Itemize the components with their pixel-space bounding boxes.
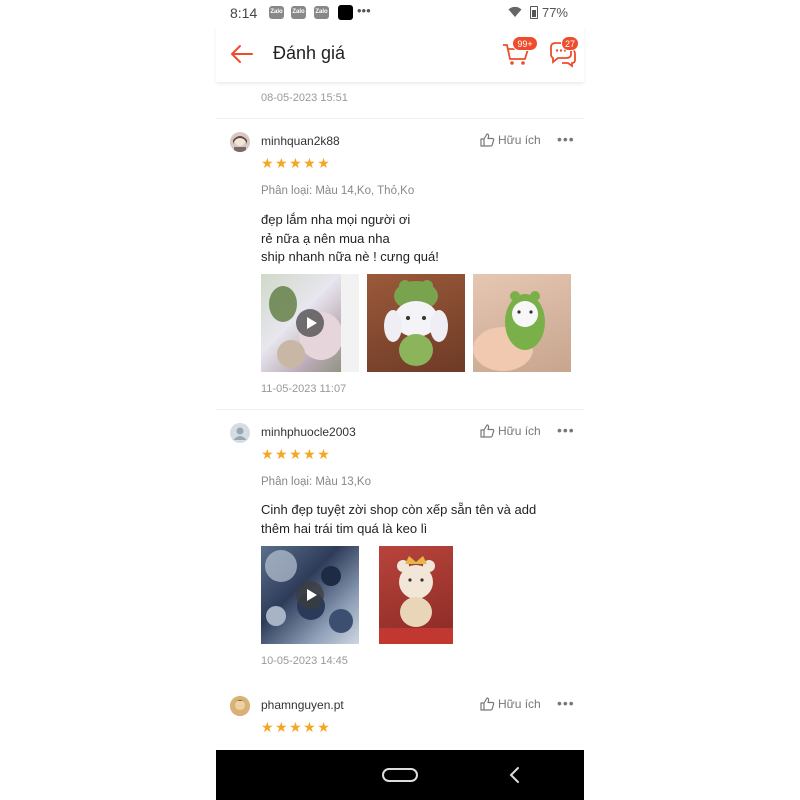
- cart-count-badge: 99+: [512, 36, 538, 51]
- review-text-line: đẹp lắm nha mọi người ơi: [261, 212, 411, 227]
- reviewer-username[interactable]: phamnguyen.pt: [261, 698, 344, 712]
- avatar[interactable]: [230, 132, 250, 152]
- review-video-thumbnail[interactable]: [261, 274, 359, 372]
- helpful-button[interactable]: Hữu ích: [480, 697, 541, 711]
- reviews-list[interactable]: 08-05-2023 15:51 minhquan2k88 Hữu ích ••…: [216, 82, 584, 750]
- review-video-thumbnail[interactable]: [261, 546, 359, 644]
- avatar[interactable]: [230, 696, 250, 716]
- helpful-label: Hữu ích: [498, 424, 541, 438]
- review-image-thumbnail[interactable]: [367, 274, 465, 372]
- rating-stars: ★★★★★: [261, 719, 332, 735]
- zalo-notification-icon: Zalo: [291, 6, 306, 19]
- review-text-line: Cinh đẹp tuyệt zời shop còn xếp sẵn tên …: [261, 502, 537, 517]
- review-text: đẹp lắm nha mọi người ơi rẻ nữa ạ nên mu…: [261, 211, 571, 267]
- more-notifications-icon: •••: [357, 3, 371, 18]
- status-time: 8:14: [230, 5, 258, 21]
- home-button[interactable]: [382, 768, 418, 782]
- system-navigation-bar: [216, 750, 584, 800]
- zalo-notification-icon: Zalo: [269, 6, 284, 19]
- review-text-line: rẻ nữa ạ nên mua nha: [261, 230, 390, 246]
- battery-icon: [530, 6, 538, 19]
- back-nav-icon[interactable]: [506, 766, 524, 784]
- divider: [216, 118, 584, 119]
- review-date: 11-05-2023 11:07: [261, 383, 347, 395]
- helpful-button[interactable]: Hữu ích: [480, 133, 541, 147]
- helpful-button[interactable]: Hữu ích: [480, 424, 541, 438]
- helpful-label: Hữu ích: [498, 133, 541, 147]
- variant-label: Phân loại: Màu 14,Ko, Thỏ,Ko: [261, 185, 415, 197]
- rating-stars: ★★★★★: [261, 446, 332, 462]
- back-arrow-icon[interactable]: [228, 40, 256, 68]
- phone-screen: 8:14 Zalo Zalo Zalo ••• 77% Đánh giá 99+…: [216, 0, 584, 800]
- variant-label: Phân loại: Màu 13,Ko: [261, 476, 371, 488]
- battery-level: 77%: [541, 5, 568, 20]
- more-options-icon[interactable]: •••: [557, 695, 575, 711]
- review-text: Cinh đẹp tuyệt zời shop còn xếp sẵn tên …: [261, 501, 571, 538]
- page-title: Đánh giá: [273, 43, 346, 63]
- thumbs-up-icon: [480, 697, 495, 711]
- review-text-line: ship nhanh nữa nè ! cưng quá!: [261, 249, 439, 264]
- review-date: 08-05-2023 15:51: [261, 92, 348, 104]
- rating-stars: ★★★★★: [261, 155, 332, 171]
- wifi-icon: [508, 6, 522, 17]
- reviewer-username[interactable]: minhphuocle2003: [261, 425, 356, 439]
- divider: [216, 409, 584, 410]
- more-options-icon[interactable]: •••: [557, 131, 575, 147]
- review-date: 10-05-2023 14:45: [261, 655, 348, 667]
- review-image-thumbnail[interactable]: [473, 274, 571, 372]
- status-bar: 8:14 Zalo Zalo Zalo ••• 77%: [216, 0, 584, 26]
- chat-count-badge: 27: [561, 36, 579, 51]
- review-image-thumbnail[interactable]: [379, 546, 453, 644]
- thumbs-up-icon: [480, 133, 495, 147]
- avatar[interactable]: [230, 423, 250, 443]
- thumbs-up-icon: [480, 424, 495, 438]
- more-options-icon[interactable]: •••: [557, 422, 575, 438]
- app-header: Đánh giá 99+ 27: [216, 26, 584, 82]
- app-notification-icon: [338, 5, 353, 20]
- reviewer-username[interactable]: minhquan2k88: [261, 134, 340, 148]
- helpful-label: Hữu ích: [498, 697, 541, 711]
- play-icon[interactable]: [296, 309, 324, 337]
- zalo-notification-icon: Zalo: [314, 6, 329, 19]
- review-text-line: thêm hai trái tim quá là keo lì: [261, 520, 428, 536]
- play-icon[interactable]: [296, 581, 324, 609]
